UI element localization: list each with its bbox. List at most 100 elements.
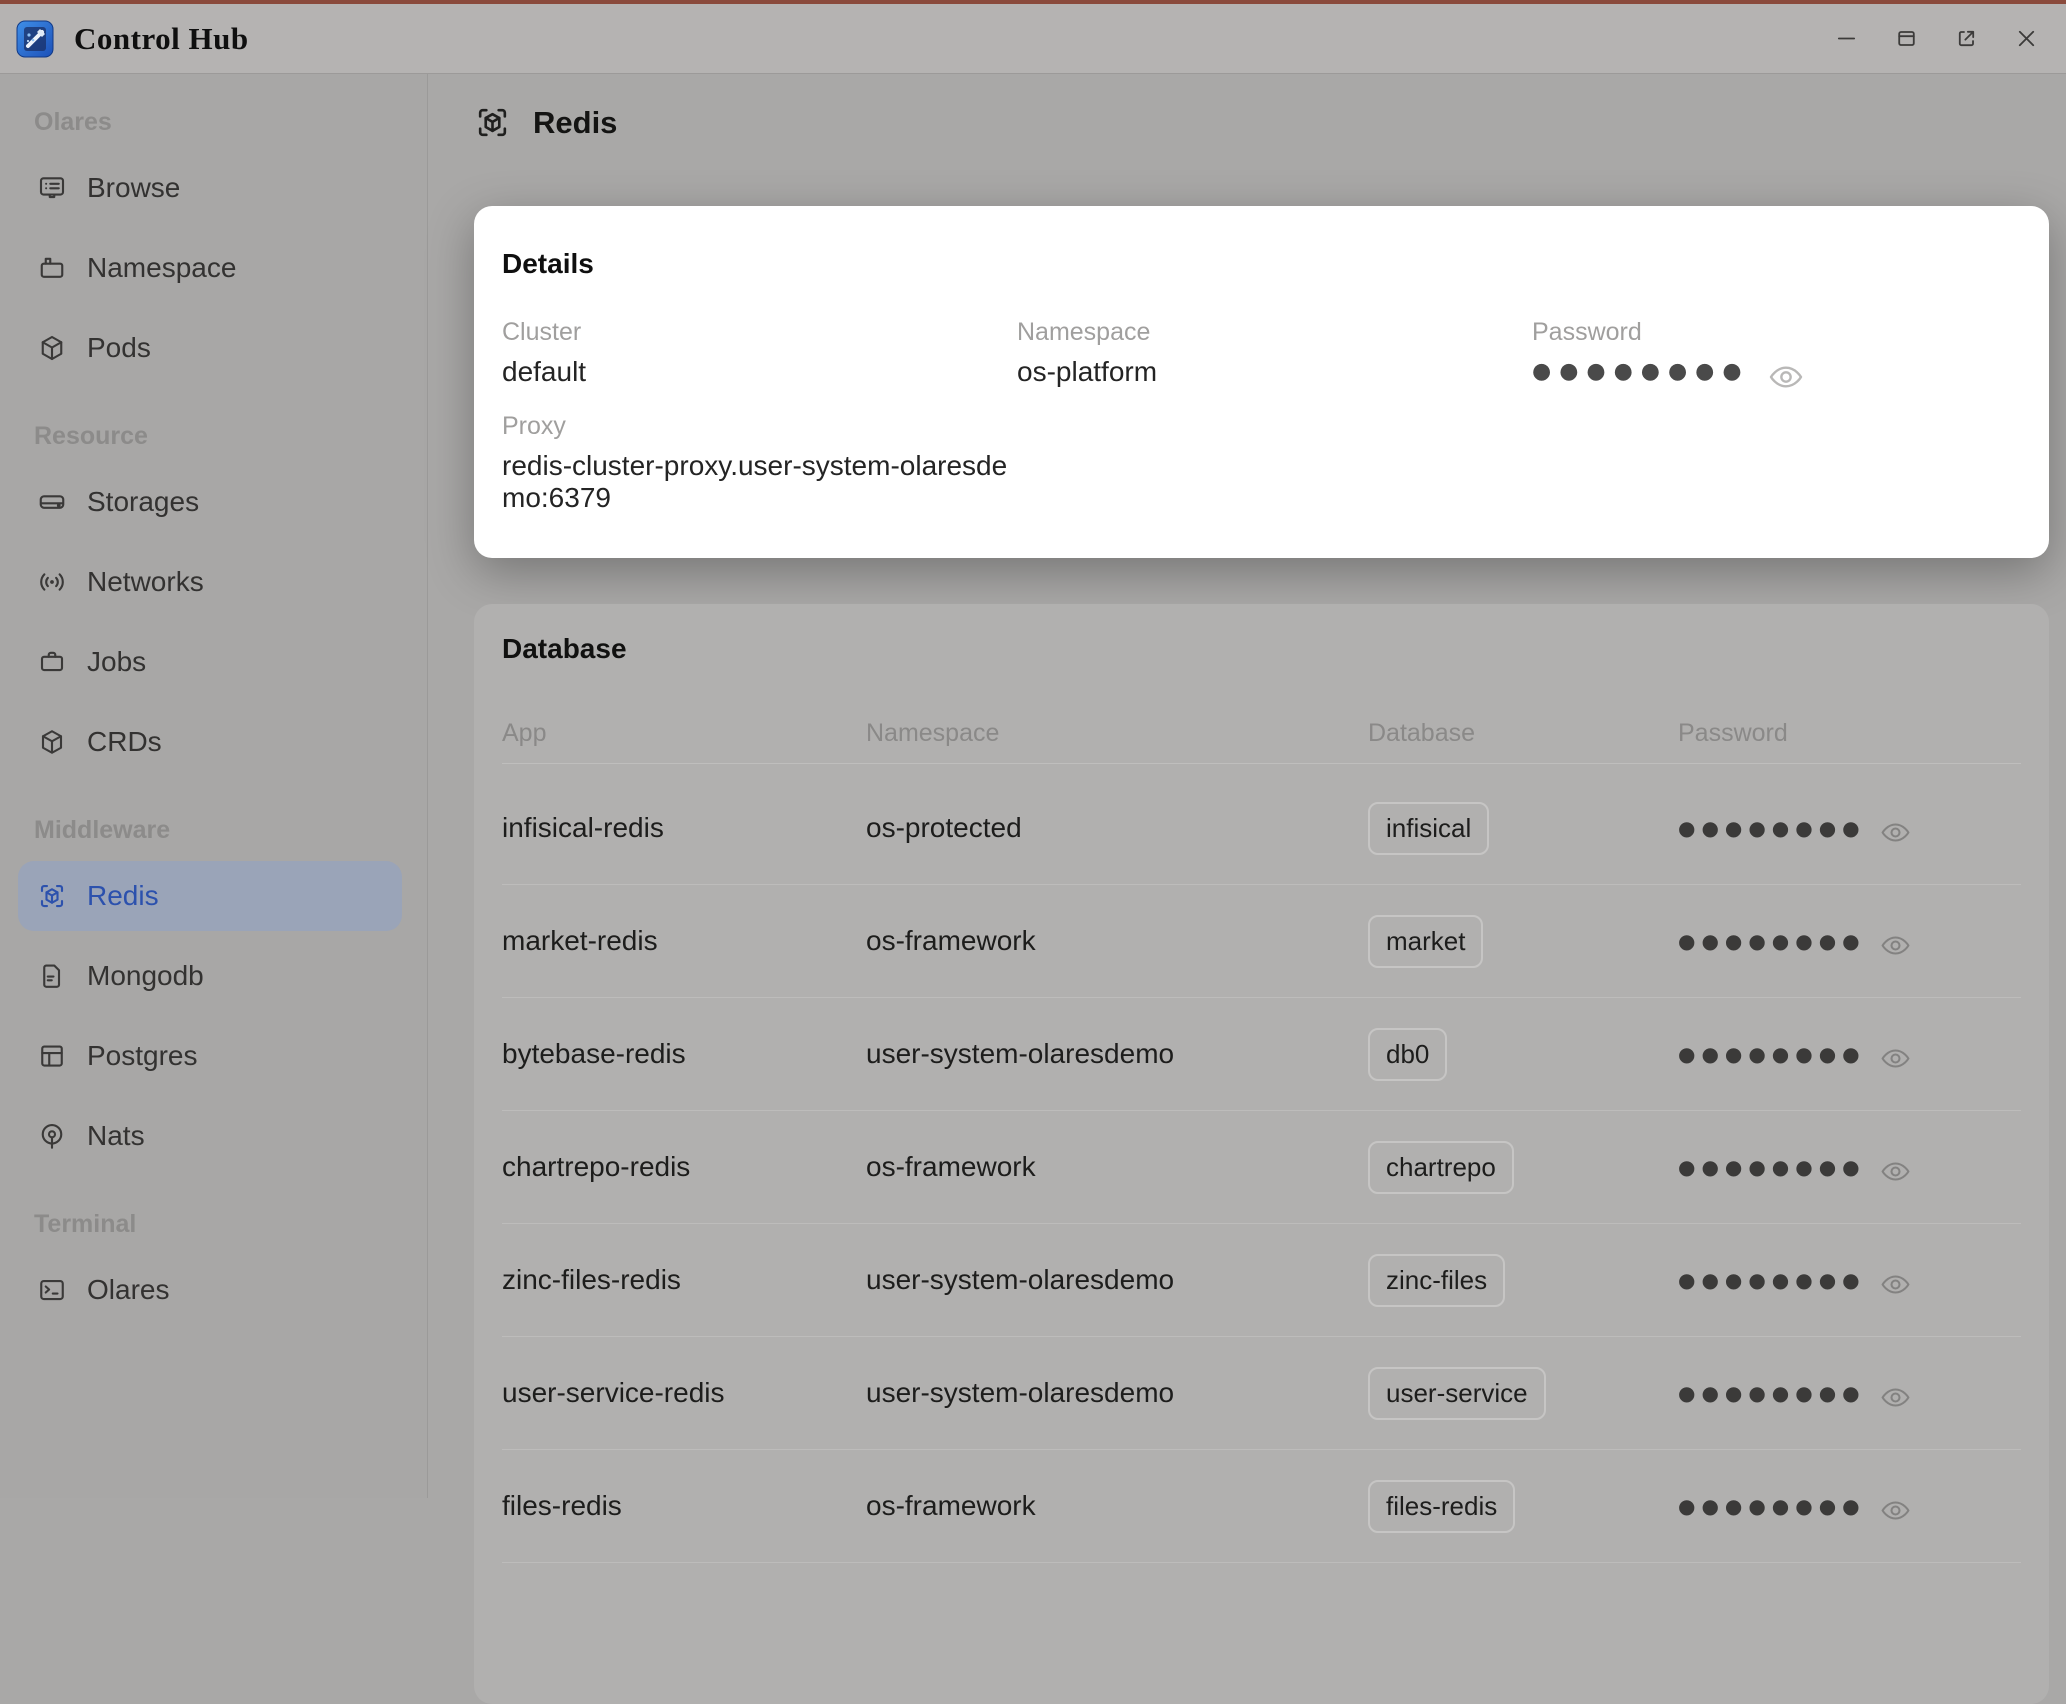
sidebar-item-label: Pods: [87, 332, 151, 364]
column-header-database: Database: [1368, 719, 1678, 747]
sidebar-item-mongodb[interactable]: Mongodb: [0, 936, 427, 1016]
sidebar-item-label: Redis: [87, 880, 159, 912]
table-row: bytebase-redis user-system-olaresdemo db…: [502, 998, 2021, 1111]
database-card: Database App Namespace Database Password…: [474, 604, 2049, 1704]
window-title: Control Hub: [74, 21, 249, 57]
eye-icon[interactable]: [1880, 817, 1911, 840]
app-cell: market-redis: [502, 925, 866, 957]
sidebar-item-nats[interactable]: Nats: [0, 1096, 427, 1176]
sidebar-item-namespace[interactable]: Namespace: [0, 228, 427, 308]
sidebar-item-label: CRDs: [87, 726, 162, 758]
password-masked-value: ●●●●●●●●: [1678, 931, 1866, 951]
sidebar-item-olares-terminal[interactable]: Olares: [0, 1250, 427, 1330]
eye-icon[interactable]: [1880, 1382, 1911, 1405]
table-row: zinc-files-redis user-system-olaresdemo …: [502, 1224, 2021, 1337]
minimize-button[interactable]: [1835, 27, 1858, 50]
nats-icon: [37, 1121, 67, 1151]
proxy-field: Proxy redis-cluster-proxy.user-system-ol…: [502, 412, 1017, 514]
sidebar-section-olares: Olares Browse Namespace Pods: [0, 96, 427, 388]
namespace-cell: os-framework: [866, 925, 1368, 957]
password-field: Password ●●●●●●●●: [1532, 318, 2021, 388]
redis-icon: [37, 881, 67, 911]
sidebar-item-postgres[interactable]: Postgres: [0, 1016, 427, 1096]
sidebar-item-label: Storages: [87, 486, 199, 518]
table-header-divider: [502, 763, 2021, 764]
details-grid: Cluster default Namespace os-platform Pa…: [502, 318, 2021, 514]
namespace-label: Namespace: [1017, 318, 1532, 346]
table-row: user-service-redis user-system-olaresdem…: [502, 1337, 2021, 1450]
sidebar-item-pods[interactable]: Pods: [0, 308, 427, 388]
app-logo-icon: [16, 20, 54, 58]
cluster-label: Cluster: [502, 318, 1017, 346]
sidebar-section-resource: Resource Storages Networks Jobs CRDs: [0, 410, 427, 782]
app-cell: user-service-redis: [502, 1377, 866, 1409]
eye-icon[interactable]: [1880, 1156, 1911, 1179]
sidebar-item-networks[interactable]: Networks: [0, 542, 427, 622]
sidebar-item-crds[interactable]: CRDs: [0, 702, 427, 782]
table-row: infisical-redis os-protected infisical ●…: [502, 772, 2021, 885]
eye-icon[interactable]: [1880, 1043, 1911, 1066]
crds-icon: [37, 727, 67, 757]
database-chip: files-redis: [1368, 1480, 1515, 1533]
details-card-title: Details: [502, 248, 2021, 280]
maximize-button[interactable]: [1895, 27, 1918, 50]
cluster-value: default: [502, 356, 1017, 388]
window-controls: [1835, 27, 2038, 50]
database-chip: user-service: [1368, 1367, 1546, 1420]
database-chip: infisical: [1368, 802, 1489, 855]
app-cell: infisical-redis: [502, 812, 866, 844]
table-row: files-redis os-framework files-redis ●●●…: [502, 1450, 2021, 1563]
namespace-cell: os-framework: [866, 1490, 1368, 1522]
jobs-icon: [37, 647, 67, 677]
table-header: App Namespace Database Password: [502, 719, 2021, 747]
database-chip: chartrepo: [1368, 1141, 1514, 1194]
pods-icon: [37, 333, 67, 363]
app-cell: files-redis: [502, 1490, 866, 1522]
sidebar-item-redis[interactable]: Redis: [18, 861, 402, 931]
sidebar-item-label: Jobs: [87, 646, 146, 678]
redis-page-icon: [474, 104, 511, 141]
password-masked-value: ●●●●●●●●: [1678, 1157, 1866, 1177]
sidebar-section-label: Middleware: [0, 804, 427, 856]
sidebar-item-storages[interactable]: Storages: [0, 462, 427, 542]
close-button[interactable]: [2015, 27, 2038, 50]
page-title: Redis: [533, 105, 617, 141]
database-chip: db0: [1368, 1028, 1447, 1081]
app-cell: bytebase-redis: [502, 1038, 866, 1070]
page-header: Redis: [474, 104, 617, 141]
table-row: market-redis os-framework market ●●●●●●●…: [502, 885, 2021, 998]
namespace-cell: os-framework: [866, 1151, 1368, 1183]
column-header-app: App: [502, 719, 866, 747]
terminal-icon: [37, 1275, 67, 1305]
sidebar-item-label: Browse: [87, 172, 180, 204]
password-label: Password: [1532, 318, 2021, 346]
sidebar: Olares Browse Namespace Pods Resource St…: [0, 74, 428, 1498]
sidebar-item-label: Namespace: [87, 252, 236, 284]
cluster-field: Cluster default: [502, 318, 1017, 388]
namespace-field: Namespace os-platform: [1017, 318, 1532, 388]
main-content: Redis Details Cluster default Namespace …: [429, 74, 2066, 1498]
sidebar-item-label: Postgres: [87, 1040, 198, 1072]
details-card: Details Cluster default Namespace os-pla…: [474, 206, 2049, 558]
eye-icon[interactable]: [1768, 359, 1804, 385]
namespace-cell: user-system-olaresdemo: [866, 1264, 1368, 1296]
eye-icon[interactable]: [1880, 930, 1911, 953]
app-cell: chartrepo-redis: [502, 1151, 866, 1183]
password-masked-value: ●●●●●●●●: [1678, 1270, 1866, 1290]
eye-icon[interactable]: [1880, 1269, 1911, 1292]
namespace-cell: user-system-olaresdemo: [866, 1038, 1368, 1070]
sidebar-section-terminal: Terminal Olares: [0, 1198, 427, 1330]
browse-icon: [37, 173, 67, 203]
namespace-value: os-platform: [1017, 356, 1532, 388]
database-chip: zinc-files: [1368, 1254, 1505, 1307]
sidebar-section-label: Terminal: [0, 1198, 427, 1250]
popout-button[interactable]: [1955, 27, 1978, 50]
namespace-cell: user-system-olaresdemo: [866, 1377, 1368, 1409]
sidebar-item-label: Networks: [87, 566, 204, 598]
password-masked-value: ●●●●●●●●: [1678, 1496, 1866, 1516]
sidebar-item-browse[interactable]: Browse: [0, 148, 427, 228]
namespace-icon: [37, 253, 67, 283]
sidebar-item-jobs[interactable]: Jobs: [0, 622, 427, 702]
database-chip: market: [1368, 915, 1483, 968]
storages-icon: [37, 487, 67, 517]
